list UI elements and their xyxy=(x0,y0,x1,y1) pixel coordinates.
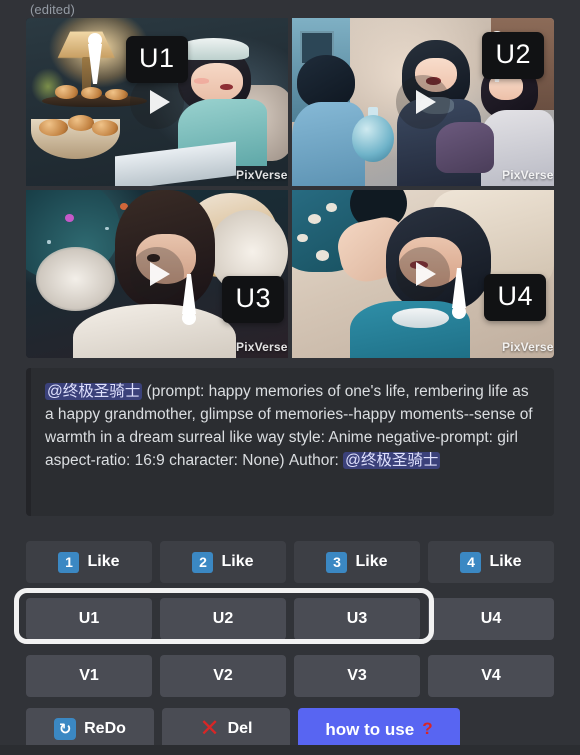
prompt-embed: @终极圣骑士 (prompt: happy memories of one's … xyxy=(26,368,554,516)
bottom-strip xyxy=(0,745,580,755)
delete-button[interactable]: ✕ Del xyxy=(162,708,290,750)
variation-button-v3[interactable]: V3 xyxy=(294,655,420,697)
like-button-4[interactable]: 4 Like xyxy=(428,541,554,583)
video-cell-u2[interactable]: PixVerse U2 xyxy=(292,18,554,186)
edited-row: (edited) xyxy=(0,0,580,18)
variation-button-v2[interactable]: V2 xyxy=(160,655,286,697)
author-mention-end[interactable]: @终极圣骑士 xyxy=(343,452,441,470)
redo-button-label: ReDo xyxy=(84,720,126,737)
number-badge-2-icon: 2 xyxy=(192,551,214,573)
like-button-2-label: Like xyxy=(221,553,254,570)
play-button-u3[interactable] xyxy=(130,247,184,301)
like-button-row: 1 Like 2 Like 3 Like 4 Like xyxy=(26,541,554,583)
redo-button[interactable]: ↻ ReDo xyxy=(26,708,154,750)
watermark-u3: PixVerse xyxy=(236,340,288,354)
variation-button-v4[interactable]: V4 xyxy=(428,655,554,697)
variation-button-row: V1 V2 V3 V4 xyxy=(26,655,554,697)
prompt-text: @终极圣骑士 (prompt: happy memories of one's … xyxy=(45,380,538,472)
refresh-icon: ↻ xyxy=(54,718,77,740)
video-grid: PixVerse U1 PixVerse U2 PixVerse U3 PixV… xyxy=(26,18,554,358)
how-to-use-button[interactable]: how to use ? xyxy=(298,708,460,750)
cross-mark-icon: ✕ xyxy=(199,715,220,742)
like-button-2[interactable]: 2 Like xyxy=(160,541,286,583)
watermark-u1: PixVerse xyxy=(236,168,288,182)
tooltip-badge-u4: U4 xyxy=(484,274,546,321)
video-cell-u4[interactable]: PixVerse U4 xyxy=(292,190,554,358)
how-to-use-label: how to use xyxy=(325,719,415,739)
author-mention-start[interactable]: @终极圣骑士 xyxy=(45,383,143,400)
like-button-3[interactable]: 3 Like xyxy=(294,541,420,583)
tooltip-badge-u1: U1 xyxy=(126,36,188,83)
play-button-u1[interactable] xyxy=(130,75,184,129)
question-mark-icon: ? xyxy=(422,719,433,738)
like-button-1-label: Like xyxy=(87,553,120,570)
upscale-button-row: U1 U2 U3 U4 xyxy=(26,598,554,640)
tooltip-badge-u2: U2 xyxy=(482,32,544,79)
like-button-3-label: Like xyxy=(355,553,388,570)
upscale-button-u1[interactable]: U1 xyxy=(26,598,152,640)
number-badge-4-icon: 4 xyxy=(460,551,482,573)
watermark-u2: PixVerse xyxy=(502,168,554,182)
action-button-row: ↻ ReDo ✕ Del how to use ? xyxy=(26,708,554,750)
play-button-u4[interactable] xyxy=(396,247,450,301)
play-button-u2[interactable] xyxy=(396,75,450,129)
tooltip-badge-u3: U3 xyxy=(222,276,284,323)
watermark-u4: PixVerse xyxy=(502,340,554,354)
variation-button-v1[interactable]: V1 xyxy=(26,655,152,697)
like-button-4-label: Like xyxy=(489,553,522,570)
delete-button-label: Del xyxy=(227,720,253,737)
upscale-button-u3[interactable]: U3 xyxy=(294,598,420,640)
like-button-1[interactable]: 1 Like xyxy=(26,541,152,583)
video-cell-u3[interactable]: PixVerse U3 xyxy=(26,190,288,358)
video-cell-u1[interactable]: PixVerse U1 xyxy=(26,18,288,186)
number-badge-1-icon: 1 xyxy=(58,551,80,573)
discord-message-container: (edited) PixVerse U1 PixVerse U2 PixVers… xyxy=(0,0,580,755)
upscale-button-u2[interactable]: U2 xyxy=(160,598,286,640)
number-badge-3-icon: 3 xyxy=(326,551,348,573)
edited-label: (edited) xyxy=(30,1,75,17)
upscale-button-u4[interactable]: U4 xyxy=(428,598,554,640)
